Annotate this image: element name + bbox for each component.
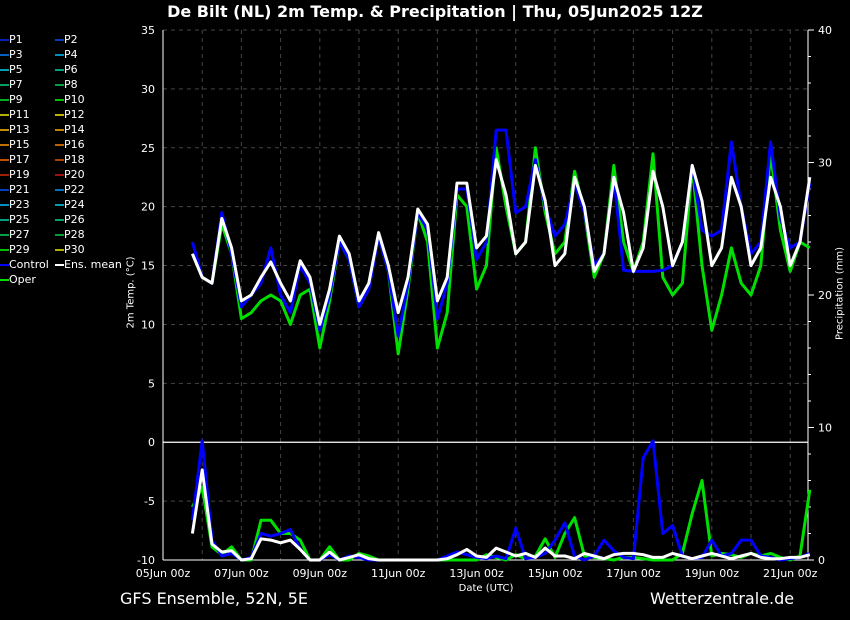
x-tick-label: 11Jun 00z bbox=[371, 567, 426, 580]
y-tick-label: 30 bbox=[141, 83, 155, 96]
y-tick-label: 15 bbox=[141, 260, 155, 273]
y-tick-label: 5 bbox=[148, 377, 155, 390]
y-tick-label: 20 bbox=[141, 201, 155, 214]
x-tick-label: 07Jun 00z bbox=[214, 567, 269, 580]
y-tick-label: -10 bbox=[137, 554, 155, 567]
footer-model-info: GFS Ensemble, 52N, 5E bbox=[120, 589, 308, 608]
x-tick-label: 13Jun 00z bbox=[449, 567, 504, 580]
y-tick-label: 25 bbox=[141, 142, 155, 155]
x-tick-label: 09Jun 00z bbox=[293, 567, 348, 580]
y2-tick-label: 20 bbox=[818, 289, 832, 302]
y-tick-label: 35 bbox=[141, 24, 155, 37]
x-tick-label: 17Jun 00z bbox=[606, 567, 661, 580]
x-axis-label: Date (UTC) bbox=[458, 583, 514, 594]
x-tick-label: 21Jun 00z bbox=[763, 567, 818, 580]
x-tick-label: 19Jun 00z bbox=[685, 567, 740, 580]
y2-tick-label: 10 bbox=[818, 422, 832, 435]
y-tick-label: 0 bbox=[148, 436, 155, 449]
footer-source: Wetterzentrale.de bbox=[650, 589, 795, 608]
x-tick-label: 05Jun 00z bbox=[136, 567, 191, 580]
y2-tick-label: 40 bbox=[818, 24, 832, 37]
y2-tick-label: 0 bbox=[818, 554, 825, 567]
y-tick-label: 10 bbox=[141, 318, 155, 331]
y2-axis-label: Precipitation (mm) bbox=[834, 247, 846, 340]
y-tick-label: -5 bbox=[144, 495, 155, 508]
x-tick-label: 15Jun 00z bbox=[528, 567, 583, 580]
y2-tick-label: 30 bbox=[818, 157, 832, 170]
y-axis-label: 2m Temp. (°C) bbox=[125, 256, 137, 329]
